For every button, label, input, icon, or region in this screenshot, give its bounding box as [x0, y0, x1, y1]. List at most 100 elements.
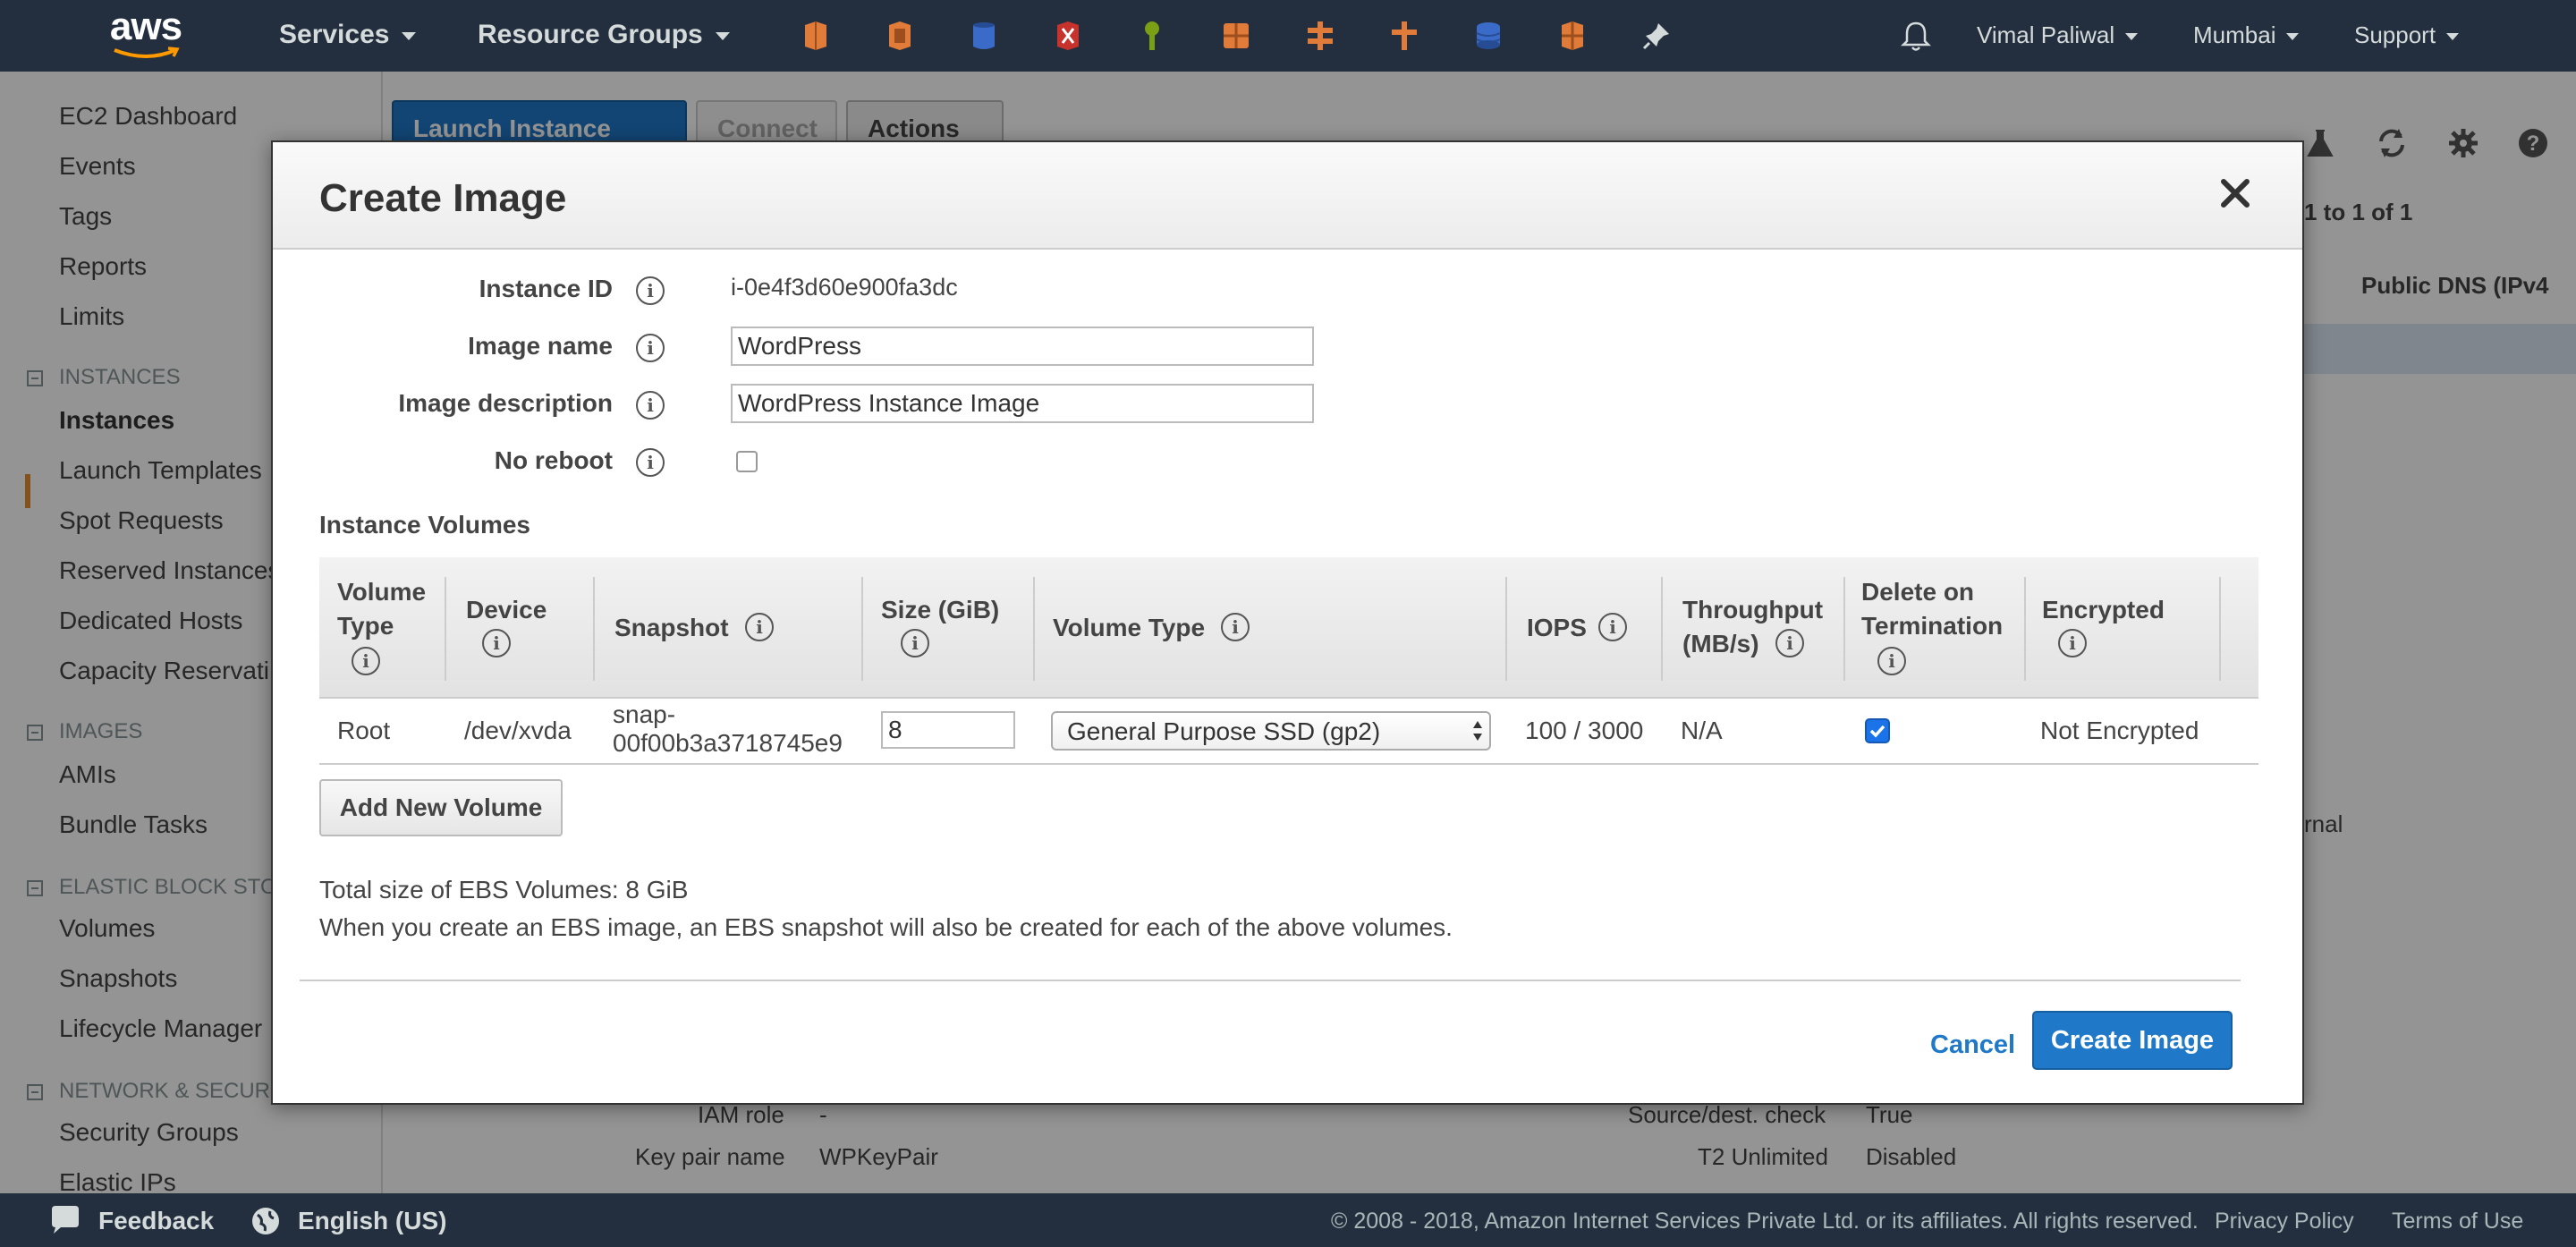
codepipeline-service-icon[interactable] — [1052, 20, 1084, 52]
chevron-down-icon — [2286, 33, 2300, 41]
col-throughput-header: Throughput (MB/s) — [1682, 593, 1823, 661]
col-encrypted-header: Encrypted — [2042, 596, 2165, 624]
device-cell: /dev/xvda — [464, 717, 572, 744]
volume-size-input[interactable] — [881, 711, 1015, 749]
volume-type-selected: General Purpose SSD (gp2) — [1067, 717, 1381, 745]
select-arrows-icon — [1473, 721, 1482, 741]
aws-logo[interactable]: aws — [106, 7, 186, 64]
total-size-text: Total size of EBS Volumes: 8 GiB — [319, 876, 689, 903]
info-icon[interactable]: i — [1598, 613, 1627, 641]
volume-type-select[interactable]: General Purpose SSD (gp2) — [1051, 711, 1491, 751]
aws-logo-text: aws — [109, 4, 182, 48]
col-volume-type-select-header: Volume Type — [1053, 614, 1206, 641]
instance-volumes-title: Instance Volumes — [319, 511, 531, 539]
info-icon[interactable]: i — [482, 629, 511, 657]
privacy-policy-link[interactable]: Privacy Policy — [2215, 1209, 2354, 1234]
support-menu[interactable]: Support — [2354, 21, 2460, 49]
chevron-down-icon — [2125, 33, 2139, 41]
account-menu[interactable]: Vimal Paliwal — [1977, 21, 2139, 49]
info-icon[interactable]: i — [1221, 613, 1250, 641]
copyright-text: © 2008 - 2018, Amazon Internet Services … — [1331, 1209, 2199, 1234]
volumes-table-header: Volume Type i Device i Snapshot i Size (… — [319, 557, 2258, 699]
no-reboot-label: No reboot — [494, 446, 613, 474]
info-icon[interactable]: i — [2058, 629, 2087, 657]
col-delete-on-termination-header: Delete on Termination — [1861, 575, 2003, 643]
header-text: Volume — [337, 578, 427, 606]
info-icon[interactable]: i — [636, 448, 665, 477]
elastic-beanstalk-service-icon[interactable] — [1304, 20, 1336, 52]
col-volume-type-header: Volume Type — [337, 575, 426, 643]
info-icon[interactable]: i — [352, 647, 380, 675]
language-selector[interactable]: English (US) — [298, 1207, 446, 1235]
divider — [300, 980, 2241, 981]
add-new-volume-button[interactable]: Add New Volume — [319, 779, 563, 836]
image-name-label: Image name — [468, 332, 613, 360]
no-reboot-checkbox[interactable] — [736, 451, 758, 472]
chevron-down-icon — [715, 31, 730, 40]
header-text: Type — [337, 612, 394, 640]
resource-groups-label: Resource Groups — [478, 20, 703, 49]
create-image-button[interactable]: Create Image — [2032, 1011, 2233, 1070]
col-device-header: Device — [466, 596, 547, 624]
account-name: Vimal Paliwal — [1977, 21, 2115, 48]
feedback-link[interactable]: Feedback — [98, 1207, 214, 1235]
dialog-title: Create Image — [319, 176, 567, 220]
cancel-button[interactable]: Cancel — [1930, 1031, 2015, 1060]
instance-id-value: i-0e4f3d60e900fa3dc — [731, 274, 958, 301]
pin-icon[interactable] — [1640, 20, 1673, 52]
info-icon[interactable]: i — [901, 629, 929, 657]
delete-on-termination-checkbox[interactable] — [1865, 718, 1890, 743]
lambda-service-icon[interactable] — [1388, 20, 1420, 52]
info-icon[interactable]: i — [1775, 629, 1804, 657]
image-description-label: Image description — [398, 389, 613, 417]
checkmark-icon — [1869, 725, 1885, 738]
snapshot-id-part: snap- — [613, 700, 676, 728]
ec2-service-icon[interactable] — [800, 20, 832, 52]
support-label: Support — [2354, 21, 2436, 48]
feedback-icon — [52, 1206, 79, 1234]
rds-service-icon[interactable] — [1472, 20, 1504, 52]
chevron-down-icon — [402, 31, 417, 40]
aws-smile-icon — [114, 47, 180, 58]
instance-id-label: Instance ID — [479, 275, 613, 302]
bell-icon[interactable] — [1900, 20, 1932, 54]
footer-bar: Feedback English (US) © 2008 - 2018, Ama… — [0, 1193, 2576, 1247]
ecs-service-icon[interactable] — [1556, 20, 1589, 52]
col-size-header: Size (GiB) — [881, 596, 1000, 624]
create-image-dialog: Create Image Instance ID i i-0e4f3d60e90… — [271, 140, 2304, 1105]
services-menu[interactable]: Services — [279, 20, 417, 50]
snapshot-note: When you create an EBS image, an EBS sna… — [319, 913, 1453, 941]
lightsail-service-icon[interactable] — [884, 20, 916, 52]
vpc-service-icon[interactable] — [1220, 20, 1252, 52]
iam-service-icon[interactable] — [1136, 20, 1168, 52]
header-text: Delete on — [1861, 578, 1975, 606]
image-description-input[interactable] — [731, 384, 1314, 423]
header-text: Throughput — [1682, 596, 1824, 624]
region-menu[interactable]: Mumbai — [2193, 21, 2300, 49]
globe-icon — [252, 1208, 279, 1234]
resource-groups-menu[interactable]: Resource Groups — [478, 20, 730, 50]
col-iops-header: IOPS — [1527, 614, 1587, 641]
s3-service-icon[interactable] — [968, 20, 1000, 52]
chevron-down-icon — [2446, 33, 2460, 41]
snapshot-id-part: 00f00b3a3718745e9 — [613, 729, 843, 757]
terms-of-use-link[interactable]: Terms of Use — [2392, 1209, 2523, 1234]
col-snapshot-header: Snapshot — [614, 614, 729, 641]
services-label: Services — [279, 20, 390, 49]
region-name: Mumbai — [2193, 21, 2276, 48]
snapshot-cell: snap- 00f00b3a3718745e9 — [613, 700, 843, 758]
close-icon[interactable] — [2216, 174, 2254, 212]
info-icon[interactable]: i — [745, 613, 774, 641]
info-icon[interactable]: i — [636, 391, 665, 420]
top-navigation-bar: aws Services Resource Groups Vimal Paliw… — [0, 0, 2576, 72]
throughput-cell: N/A — [1681, 717, 1723, 744]
table-row: Root /dev/xvda snap- 00f00b3a3718745e9 G… — [319, 699, 2258, 765]
header-text: Termination — [1861, 612, 2004, 640]
info-icon[interactable]: i — [636, 276, 665, 305]
image-name-input[interactable] — [731, 327, 1314, 366]
info-icon[interactable]: i — [636, 334, 665, 362]
volume-type-cell: Root — [337, 717, 391, 744]
iops-cell: 100 / 3000 — [1525, 717, 1644, 744]
dialog-header: Create Image — [273, 142, 2302, 250]
info-icon[interactable]: i — [1877, 647, 1906, 675]
